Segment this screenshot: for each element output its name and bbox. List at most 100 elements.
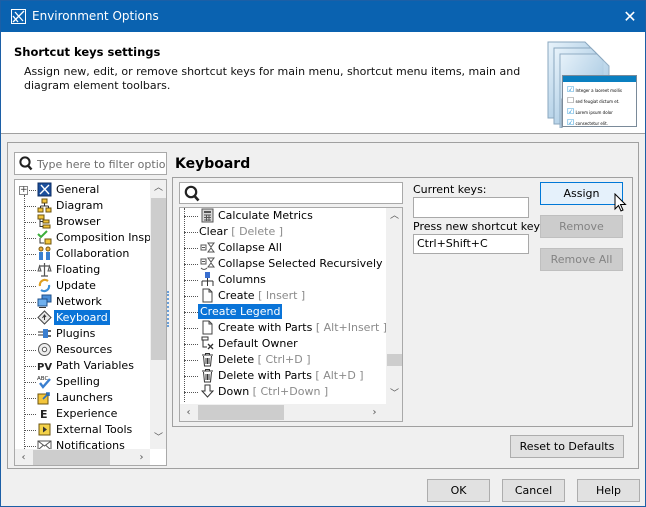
tree-item-label: General (56, 183, 100, 196)
command-horizontal-scrollbar[interactable]: ‹ › (180, 404, 402, 421)
expand-icon[interactable]: + (19, 186, 28, 195)
external-tools-icon (37, 422, 52, 437)
tree-item-label: Network (56, 295, 102, 308)
command-item[interactable]: Collapse All (180, 240, 386, 256)
command-vertical-scrollbar[interactable]: ︿ ﹀ (386, 208, 402, 404)
command-item[interactable]: Create Legend (180, 304, 386, 320)
filter-input[interactable] (37, 156, 165, 172)
general-icon (37, 182, 52, 197)
scrollbar-thumb[interactable] (387, 354, 402, 366)
tree-item-general[interactable]: + General (15, 182, 150, 198)
new-shortcut-label: Press new shortcut key: (413, 220, 543, 233)
tree-item-update[interactable]: Update (15, 278, 150, 294)
tree-item-network[interactable]: Network (15, 294, 150, 310)
scroll-down-arrow-icon[interactable]: ﹀ (150, 430, 166, 447)
command-item[interactable]: Default Owner (180, 336, 386, 352)
columns-icon (200, 272, 215, 287)
tree-item-browser[interactable]: Browser (15, 214, 150, 230)
ok-button[interactable]: OK (427, 479, 490, 502)
tree-item-composition-inspector[interactable]: Composition Inspector (15, 230, 150, 246)
tree-item-collaboration[interactable]: Collaboration (15, 246, 150, 262)
window-title: Environment Options (32, 9, 159, 23)
remove-all-button[interactable]: Remove All (540, 248, 623, 271)
tree-item-label: External Tools (56, 423, 133, 436)
scroll-down-arrow-icon[interactable]: ﹀ (386, 386, 402, 403)
tree-item-label: Path Variables (56, 359, 134, 372)
section-title: Shortcut keys settings (14, 45, 161, 59)
scroll-right-arrow-icon[interactable]: › (366, 404, 383, 421)
command-item[interactable]: Calculate Metrics (180, 208, 386, 224)
cancel-button[interactable]: Cancel (502, 479, 565, 502)
options-filter[interactable] (14, 152, 167, 175)
current-keys-field[interactable] (413, 197, 529, 218)
tree-item-diagram[interactable]: Diagram (15, 198, 150, 214)
tree-vertical-scrollbar[interactable]: ︿ ﹀ (150, 180, 166, 449)
command-search[interactable] (179, 182, 403, 204)
tree-item-label: Update (56, 279, 96, 292)
app-icon (11, 9, 26, 24)
command-shortcut: [ Alt+D ] (315, 369, 364, 382)
tree-item-launchers[interactable]: Launchers (15, 390, 150, 406)
diagram-icon (37, 198, 52, 213)
tree-item-external-tools[interactable]: External Tools (15, 422, 150, 438)
environment-options-dialog: Environment Options ✕ Shortcut keys sett… (0, 0, 646, 507)
tree-item-label: Keyboard (54, 310, 110, 325)
mouse-cursor-icon (614, 192, 628, 216)
tree-item-label: Launchers (56, 391, 113, 404)
evaluate-icon (200, 400, 215, 402)
scrollbar-thumb[interactable] (33, 450, 110, 465)
close-button[interactable]: ✕ (615, 1, 645, 32)
command-label: Columns (218, 273, 266, 286)
tree-item-keyboard[interactable]: Keyboard (15, 310, 150, 326)
command-label: Down (218, 385, 250, 398)
tree-item-path-variables[interactable]: PV Path Variables (15, 358, 150, 374)
launchers-icon (37, 390, 52, 405)
tree-item-experience[interactable]: E Experience (15, 406, 150, 422)
command-item[interactable]: Columns (180, 272, 386, 288)
tree-item-label: Resources (56, 343, 113, 356)
document-icon (200, 288, 215, 303)
tree-item-floating[interactable]: Floating (15, 262, 150, 278)
scrollbar-thumb[interactable] (151, 198, 166, 360)
command-label: Delete with Parts (218, 369, 312, 382)
command-item[interactable]: Create [ Insert ] (180, 288, 386, 304)
tree-item-spelling[interactable]: ABC Spelling (15, 374, 150, 390)
tree-item-label: Browser (56, 215, 101, 228)
tree-item-label: Plugins (56, 327, 96, 340)
scroll-left-arrow-icon[interactable]: ‹ (180, 404, 197, 421)
command-item[interactable]: Delete with Parts [ Alt+D ] (180, 368, 386, 384)
command-item[interactable]: Down [ Ctrl+Down ] (180, 384, 386, 400)
help-button[interactable]: Help (577, 479, 640, 502)
command-item[interactable]: Collapse Selected Recursively (180, 256, 386, 272)
checklist-line: ☐ sed feugiat dictum et. (567, 96, 620, 105)
collapse-all-icon (200, 240, 215, 255)
command-shortcut: [ Alt+Insert ] (315, 321, 386, 334)
command-item[interactable]: Delete [ Ctrl+D ] (180, 352, 386, 368)
scroll-left-arrow-icon[interactable]: ‹ (15, 449, 32, 465)
tree-item-label: Experience (56, 407, 118, 420)
scroll-right-arrow-icon[interactable]: › (133, 449, 150, 465)
scroll-up-arrow-icon[interactable]: ︿ (150, 180, 166, 197)
floating-icon (37, 262, 52, 277)
tree-item-label: Collaboration (56, 247, 130, 260)
remove-button[interactable]: Remove (540, 215, 623, 238)
browser-icon (37, 214, 52, 229)
tree-item-resources[interactable]: Resources (15, 342, 150, 358)
assign-button[interactable]: Assign (540, 182, 623, 205)
command-label: Delete (218, 353, 255, 366)
keyboard-icon (37, 310, 52, 325)
scroll-up-arrow-icon[interactable]: ︿ (386, 208, 402, 225)
new-shortcut-field[interactable]: Ctrl+Shift+C (413, 234, 529, 254)
command-item[interactable]: Evaluate Measurement (180, 400, 386, 402)
command-item[interactable]: Clear [ Delete ] (180, 224, 386, 240)
tree-horizontal-scrollbar[interactable]: ‹ › (15, 449, 150, 465)
panel-splitter[interactable] (167, 291, 169, 327)
command-label: Clear (199, 225, 228, 238)
tree-item-plugins[interactable]: Plugins (15, 326, 150, 342)
update-icon (37, 278, 52, 293)
command-item[interactable]: Create with Parts [ Alt+Insert ] (180, 320, 386, 336)
reset-to-defaults-button[interactable]: Reset to Defaults (510, 435, 624, 458)
scrollbar-thumb[interactable] (198, 405, 284, 420)
command-search-input[interactable] (204, 185, 399, 201)
checklist-card: ☑ Integer a laoreet mollis ☐ sed feugiat… (562, 75, 637, 127)
